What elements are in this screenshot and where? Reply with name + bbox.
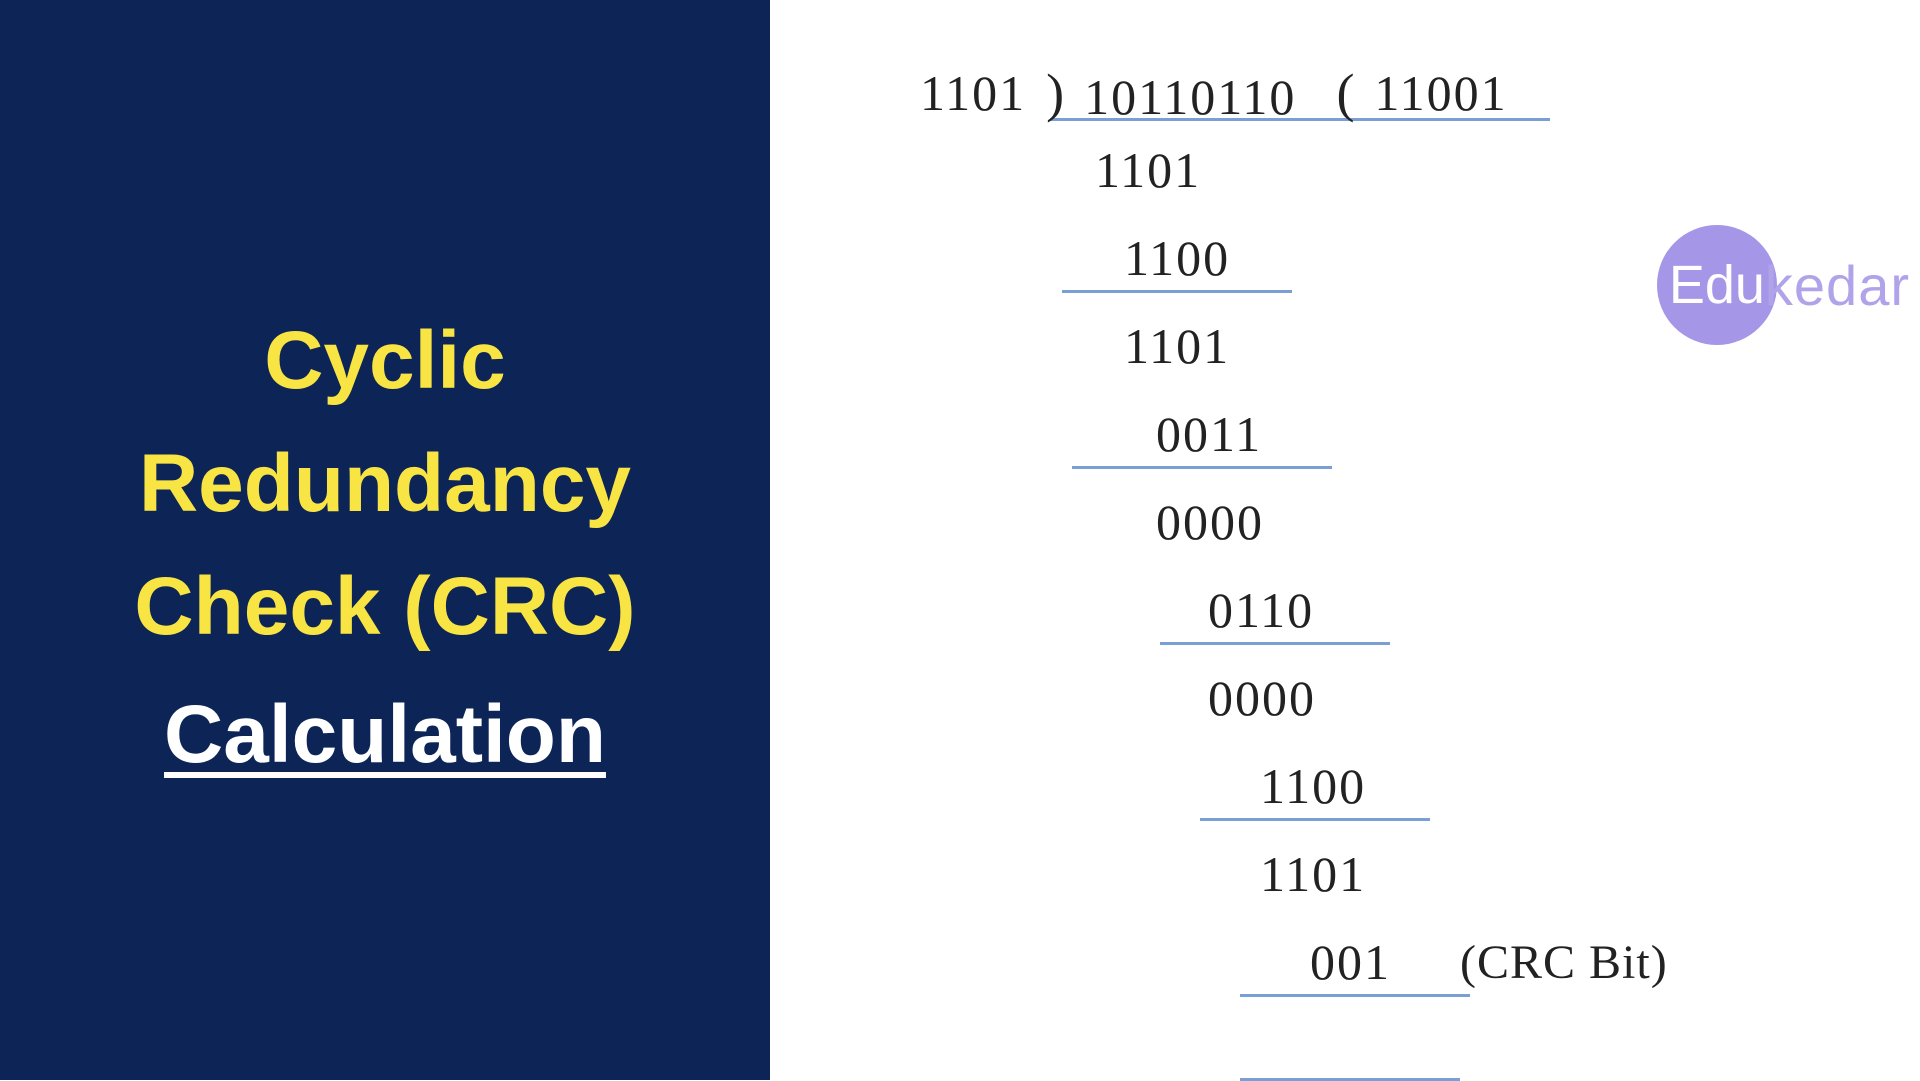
- title-line4: Calculation: [164, 688, 606, 782]
- step-value: 001: [1310, 933, 1391, 991]
- dividend: 10110110: [1084, 60, 1296, 126]
- step-value: 1100: [1124, 229, 1230, 287]
- step-value: 0000: [1156, 493, 1264, 551]
- step-row: 1100: [810, 214, 1880, 302]
- step-row: 1101: [810, 830, 1880, 918]
- long-division: 1101 ) 10110110 ( 11001 1101 1100 1101 0…: [810, 60, 1880, 1006]
- quotient: 11001: [1374, 64, 1507, 122]
- step-row: 0000: [810, 478, 1880, 566]
- step-value: 0000: [1208, 669, 1316, 727]
- step-value: 0011: [1156, 405, 1262, 463]
- step-row: 1101: [810, 126, 1880, 214]
- paren-open: (: [1336, 62, 1356, 124]
- calculation-panel: Edu kedar 1101 ) 10110110 ( 11001 1101 1…: [770, 0, 1920, 1080]
- title-line2: Redundancy: [139, 422, 631, 545]
- step-row: 1100: [810, 742, 1880, 830]
- crc-bit-label: (CRC Bit): [1460, 935, 1668, 990]
- paren-close: ): [1046, 62, 1066, 124]
- step-value: 1101: [1124, 317, 1230, 375]
- step-value: 1101: [1095, 141, 1201, 199]
- step-value: 0110: [1208, 581, 1314, 639]
- step-row: 0000: [810, 654, 1880, 742]
- title-panel: Cyclic Redundancy Check (CRC) Calculatio…: [0, 0, 770, 1080]
- step-row: 1101: [810, 302, 1880, 390]
- division-top-row: 1101 ) 10110110 ( 11001: [810, 60, 1880, 126]
- step-value: 1101: [1260, 845, 1366, 903]
- title-line3: Check (CRC): [134, 545, 635, 668]
- step-row: 0011: [810, 390, 1880, 478]
- title-line1: Cyclic: [264, 299, 506, 422]
- step-value: 1100: [1260, 757, 1366, 815]
- step-row: 001 (CRC Bit): [810, 918, 1880, 1006]
- step-row: 0110: [810, 566, 1880, 654]
- divisor: 1101: [920, 64, 1026, 122]
